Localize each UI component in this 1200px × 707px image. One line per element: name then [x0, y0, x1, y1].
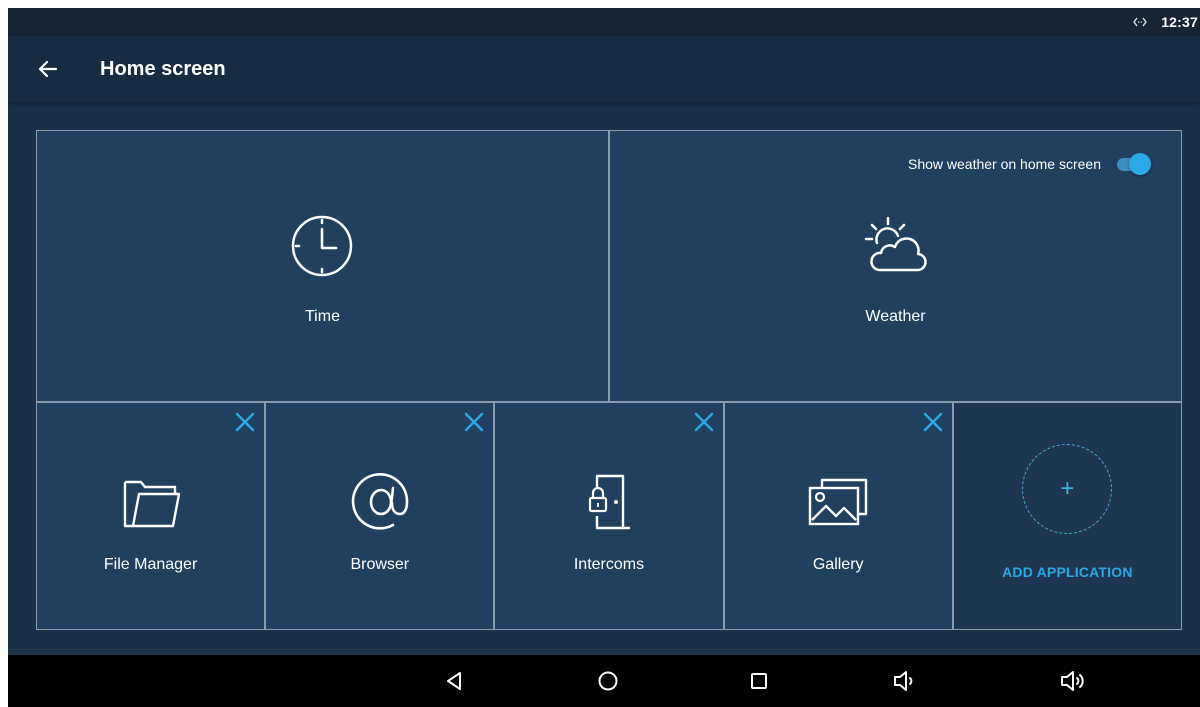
- app-label: Browser: [350, 556, 410, 573]
- page-title: Home screen: [100, 58, 226, 80]
- app-tile-intercoms[interactable]: Intercoms: [495, 403, 723, 629]
- home-circle-icon: [598, 671, 618, 691]
- gallery-icon: [808, 478, 868, 526]
- nav-recents-button[interactable]: [744, 666, 774, 696]
- weather-icon: [865, 216, 928, 272]
- app-tile-file-manager[interactable]: File Manager: [37, 403, 265, 629]
- app-label: File Manager: [103, 556, 198, 573]
- nav-back-button[interactable]: [440, 666, 470, 696]
- intercom-door-icon: [588, 474, 631, 530]
- volume-up-button[interactable]: [1058, 666, 1088, 696]
- home-tiles-grid: Time Show weather on home screen Weather: [36, 130, 1182, 630]
- status-bar: 12:37: [8, 8, 1200, 36]
- volume-down-button[interactable]: [890, 666, 920, 696]
- volume-down-icon: [894, 671, 913, 691]
- weather-tile[interactable]: Show weather on home screen Weather: [609, 131, 1181, 401]
- app-label: Gallery: [812, 556, 864, 573]
- app-tile-browser[interactable]: Browser: [266, 403, 494, 629]
- at-sign-icon: [351, 473, 409, 530]
- show-weather-toggle[interactable]: [1115, 153, 1151, 175]
- android-screen: 12:37 Home screen Time Show weather on h…: [8, 8, 1200, 707]
- app-label: Intercoms: [573, 556, 645, 573]
- remove-app-close-icon[interactable]: [234, 411, 256, 433]
- weather-toggle-label: Show weather on home screen: [907, 156, 1101, 172]
- plus-icon: +: [1060, 475, 1075, 502]
- status-icons: 12:37: [1133, 8, 1198, 36]
- app-bar: Home screen: [8, 36, 1200, 102]
- nav-home-button[interactable]: [593, 666, 623, 696]
- arrow-left-icon: [38, 60, 58, 78]
- clock-icon: [292, 215, 353, 277]
- back-button[interactable]: [30, 52, 66, 86]
- toggle-thumb: [1128, 153, 1151, 175]
- status-time: 12:37: [1161, 14, 1198, 30]
- recents-square-icon: [751, 673, 767, 689]
- add-application-tile[interactable]: + ADD APPLICATION: [953, 403, 1181, 629]
- time-label: Time: [305, 308, 340, 325]
- app-tile-gallery[interactable]: Gallery: [724, 403, 952, 629]
- navigation-bar: [8, 655, 1200, 707]
- remove-app-close-icon[interactable]: [922, 411, 944, 433]
- weather-label: Weather: [865, 308, 926, 325]
- link-arrows-icon: [1133, 17, 1147, 27]
- remove-app-close-icon[interactable]: [693, 411, 715, 433]
- remove-app-close-icon[interactable]: [463, 411, 485, 433]
- weather-toggle-row: Show weather on home screen: [908, 153, 1151, 175]
- back-triangle-icon: [447, 672, 461, 690]
- time-tile[interactable]: Time: [37, 131, 608, 401]
- folder-icon: [123, 480, 180, 528]
- add-application-button[interactable]: +: [1022, 444, 1113, 534]
- volume-up-icon: [1061, 671, 1084, 691]
- add-application-label: ADD APPLICATION: [1002, 564, 1133, 580]
